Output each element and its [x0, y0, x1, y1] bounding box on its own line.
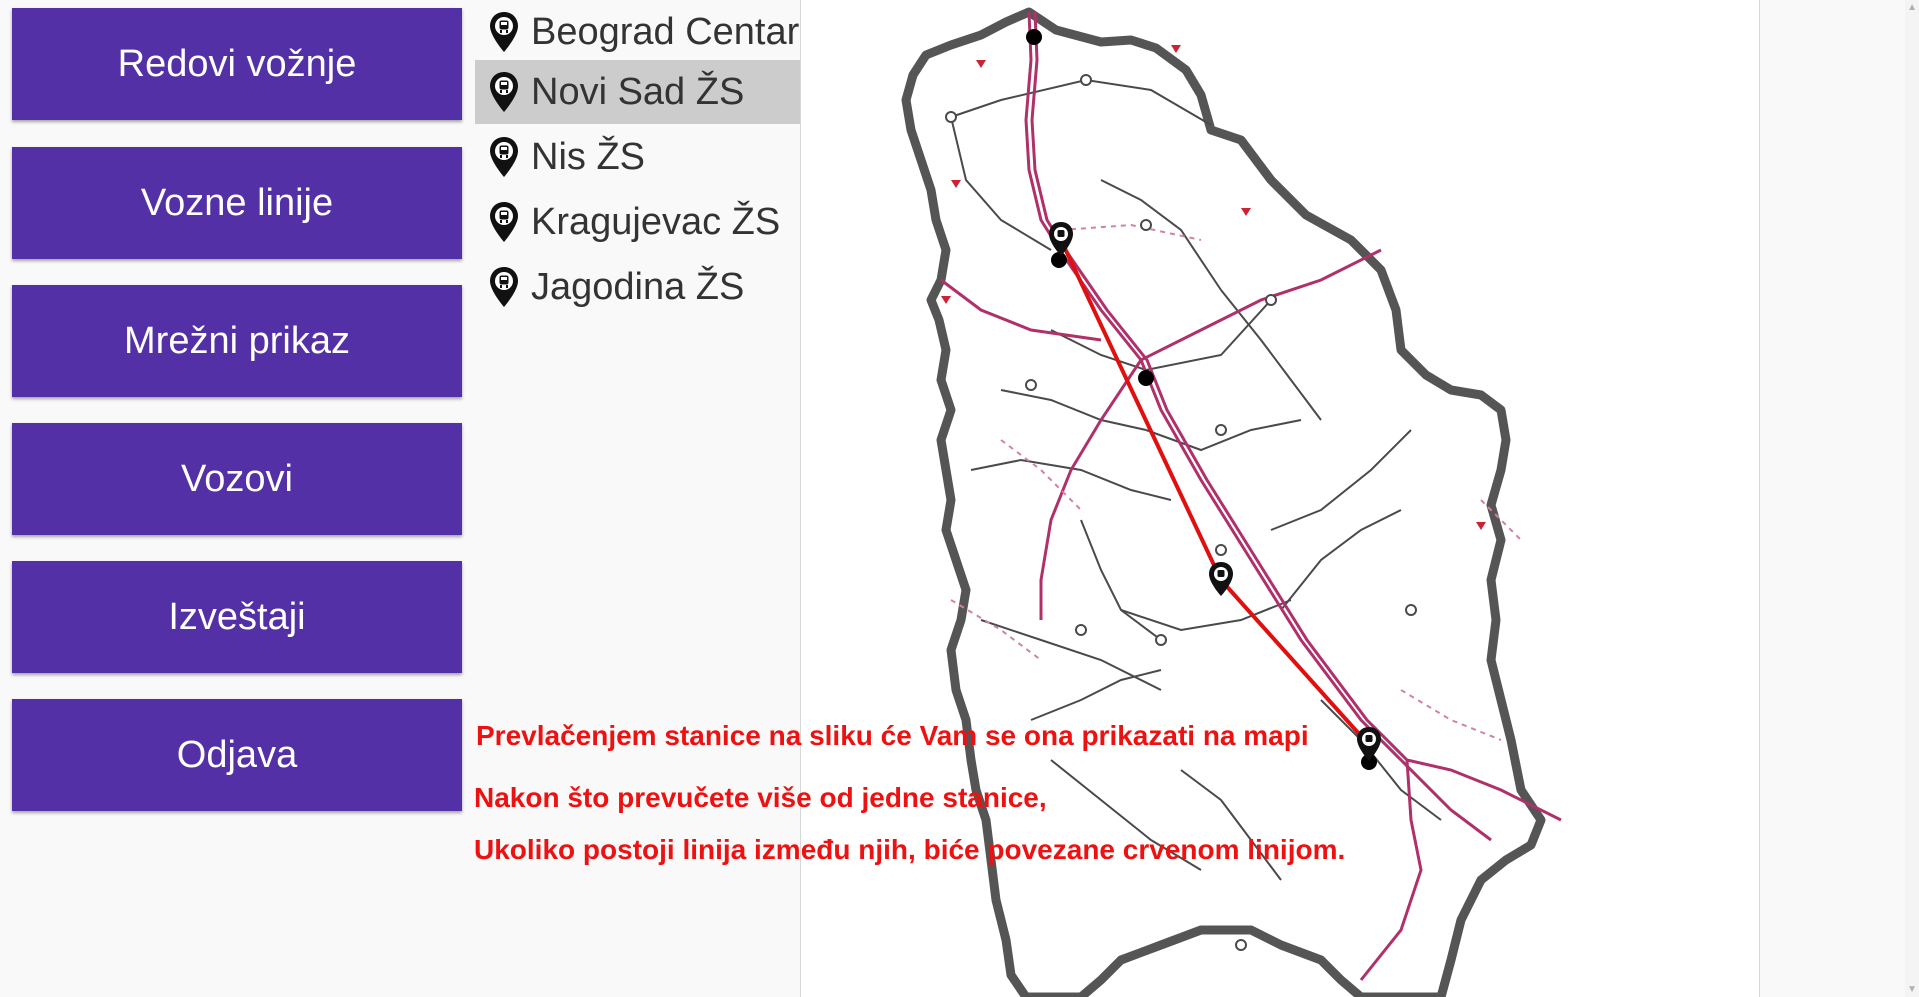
junction: [1405, 604, 1417, 616]
border-crossing-icon: [1171, 45, 1181, 53]
branch-corridor: [1039, 359, 1143, 620]
station-item-kragujevac[interactable]: Kragujevac ŽS: [475, 190, 800, 254]
border-crossing-icon: [976, 60, 986, 68]
station-name: Novi Sad ŽS: [531, 70, 745, 113]
help-text-drag-instruction: Prevlačenjem stanice na sliku će Vam se …: [476, 720, 1309, 751]
rail-line: [1080, 519, 1162, 641]
rail-line: [1220, 289, 1322, 421]
nav-timetables-button[interactable]: Redovi vožnje: [12, 8, 462, 120]
station-dot: [1051, 252, 1067, 268]
nav-train-lines-button[interactable]: Vozne linije: [12, 147, 462, 259]
map-pin-train-icon: [490, 202, 518, 242]
rail-line: [1120, 599, 1292, 632]
station-item-jagodina[interactable]: Jagodina ŽS: [475, 255, 800, 319]
rail-line: [970, 458, 1172, 501]
rail-line: [950, 78, 1212, 126]
border-crossing-icon: [951, 180, 961, 188]
junction: [1265, 294, 1277, 306]
branch-corridor: [1140, 248, 1382, 362]
station-item-beograd-centar[interactable]: Beograd Centar: [475, 0, 800, 64]
rail-line: [1000, 389, 1147, 431]
rail-line: [1280, 509, 1402, 611]
junction: [1080, 74, 1092, 86]
junction: [1155, 634, 1167, 646]
station-name: Nis ŽS: [531, 135, 645, 178]
junction: [945, 111, 957, 123]
station-dot: [1138, 370, 1154, 386]
map-pin-train-icon: [490, 137, 518, 177]
help-text-multiple-stations: Nakon što prevučete više od jedne stanic…: [474, 782, 1047, 813]
border-crossing-icon: [1476, 522, 1486, 530]
junction: [1075, 624, 1087, 636]
nav-network-view-button[interactable]: Mrežni prikaz: [12, 285, 462, 397]
station-name: Jagodina ŽS: [531, 265, 745, 308]
junction: [1025, 379, 1037, 391]
planned-line: [1060, 223, 1202, 241]
rail-line: [1320, 699, 1442, 821]
app-root: Redovi vožnje Vozne linije Mrežni prikaz…: [0, 0, 1919, 997]
station-dot: [1026, 29, 1042, 45]
rail-line: [980, 619, 1162, 691]
map-pin-train-icon: [490, 267, 518, 307]
map-pin-train-icon: [490, 12, 518, 52]
junction: [1215, 424, 1227, 436]
scroll-down-icon[interactable]: ▼: [1907, 984, 1917, 995]
station-item-novi-sad[interactable]: Novi Sad ŽS: [475, 60, 800, 124]
help-text-red-line: Ukoliko postoji linija između njih, biće…: [474, 834, 1346, 865]
rail-line: [1100, 179, 1222, 291]
rail-line: [1030, 669, 1162, 721]
main-corridor: [1030, 11, 1409, 762]
map-pin-train-icon: [490, 72, 518, 112]
map-pin-train-icon: [1049, 222, 1073, 256]
border-crossing-icon: [1241, 208, 1251, 216]
map-pin-train-icon: [1357, 727, 1381, 761]
border-crossing-icon: [941, 296, 951, 304]
rail-line: [950, 116, 1052, 251]
junction: [1140, 219, 1152, 231]
station-name: Kragujevac ŽS: [531, 200, 781, 243]
branch-corridor: [1359, 759, 1423, 981]
nav-reports-button[interactable]: Izveštaji: [12, 561, 462, 673]
branch-corridor: [940, 278, 1102, 342]
junction: [1215, 544, 1227, 556]
vertical-scrollbar[interactable]: ▲ ▼: [1905, 0, 1919, 997]
station-item-nis[interactable]: Nis ŽS: [475, 125, 800, 189]
nav-trains-button[interactable]: Vozovi: [12, 423, 462, 535]
station-name: Beograd Centar: [531, 10, 800, 53]
junction: [1235, 939, 1247, 951]
planned-line: [1400, 689, 1502, 741]
scroll-up-icon[interactable]: ▲: [1907, 2, 1917, 13]
nav-logout-button[interactable]: Odjava: [12, 699, 462, 811]
